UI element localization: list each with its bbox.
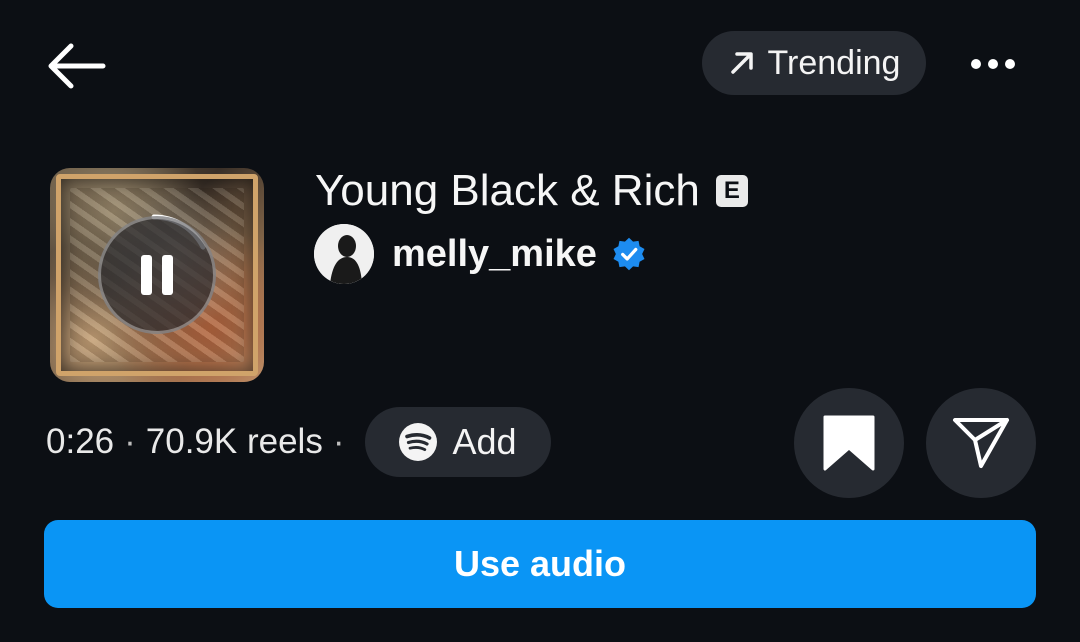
album-art[interactable] xyxy=(50,168,264,382)
add-label: Add xyxy=(452,421,517,462)
verified-badge-icon xyxy=(613,237,645,271)
share-audio-button[interactable] xyxy=(926,388,1036,498)
trending-button[interactable]: Trending xyxy=(702,31,926,95)
audio-page: Trending Young Black & Rich E melly_mike… xyxy=(0,0,1080,642)
more-horizontal-icon xyxy=(971,59,1015,69)
artist-link[interactable]: melly_mike xyxy=(314,224,647,284)
add-to-spotify-button[interactable]: Add xyxy=(364,407,551,477)
song-title: Young Black & Rich xyxy=(315,166,700,215)
meta-separator: · xyxy=(332,422,345,461)
arrow-up-right-icon xyxy=(730,52,753,74)
artist-avatar xyxy=(314,224,374,284)
more-options-button[interactable] xyxy=(960,38,1026,90)
artist-name: melly_mike xyxy=(392,232,597,275)
back-button[interactable] xyxy=(40,36,112,96)
save-audio-button[interactable] xyxy=(794,388,904,498)
pause-icon xyxy=(141,255,152,295)
bookmark-icon xyxy=(823,415,875,471)
spotify-icon xyxy=(399,423,438,461)
use-audio-button[interactable]: Use audio xyxy=(44,520,1036,608)
song-title-row: Young Black & Rich E xyxy=(315,166,748,216)
audio-meta-row: 0:26 · 70.9K reels · Add xyxy=(46,407,551,477)
explicit-badge: E xyxy=(715,175,748,207)
arrow-left-icon xyxy=(48,43,106,89)
meta-separator: · xyxy=(124,422,136,461)
trending-label: Trending xyxy=(767,43,901,82)
reels-count: 70.9K reels xyxy=(145,422,323,461)
audio-duration: 0:26 xyxy=(46,422,115,461)
pause-button[interactable] xyxy=(98,216,216,334)
send-icon xyxy=(953,418,1009,468)
pause-icon-bar xyxy=(162,255,173,295)
